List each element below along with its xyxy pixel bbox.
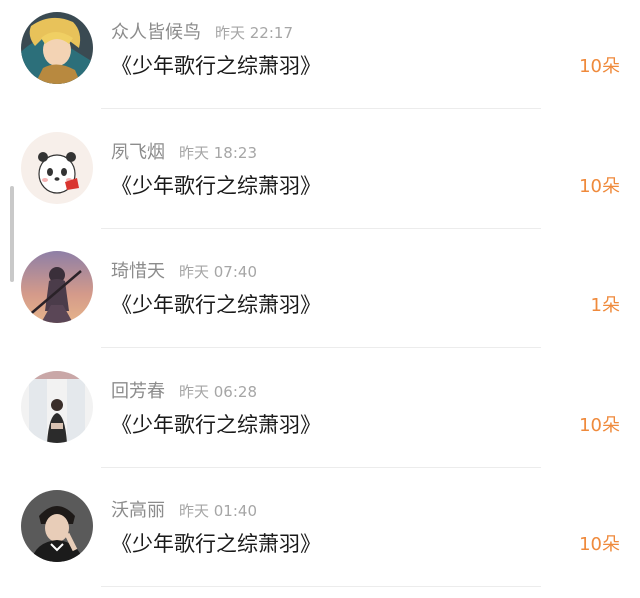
book-title[interactable]: 《少年歌行之综萧羽》 bbox=[111, 171, 321, 201]
anime-swordsman-sunset-avatar bbox=[21, 251, 93, 323]
timestamp: 昨天 07:40 bbox=[179, 263, 257, 281]
divider bbox=[101, 108, 541, 109]
book-title[interactable]: 《少年歌行之综萧羽》 bbox=[111, 529, 321, 559]
timestamp: 昨天 06:28 bbox=[179, 382, 257, 401]
list-item[interactable]: 回芳春 昨天 06:28 《少年歌行之综萧羽》 10朵 bbox=[0, 359, 640, 479]
avatar[interactable] bbox=[21, 490, 93, 562]
book-title[interactable]: 《少年歌行之综萧羽》 bbox=[111, 290, 321, 320]
gift-list: 众人皆候鸟 昨天 22:17 《少年歌行之综萧羽》 10朵 夙飞烟 昨天 18:23 bbox=[0, 0, 640, 598]
avatar[interactable] bbox=[21, 131, 93, 204]
timestamp: 昨天 18:23 bbox=[179, 143, 257, 162]
user-name[interactable]: 琦惜天 bbox=[111, 261, 165, 282]
book-title[interactable]: 《少年歌行之综萧羽》 bbox=[111, 410, 321, 440]
list-item[interactable]: 琦惜天 昨天 07:40 《少年歌行之综萧羽》 1朵 bbox=[0, 239, 640, 359]
list-item[interactable]: 众人皆候鸟 昨天 22:17 《少年歌行之综萧羽》 10朵 bbox=[0, 0, 640, 120]
user-name[interactable]: 夙飞烟 bbox=[111, 142, 165, 163]
user-name[interactable]: 回芳春 bbox=[111, 381, 165, 402]
book-title[interactable]: 《少年歌行之综萧羽》 bbox=[111, 51, 321, 81]
gift-count: 10朵 bbox=[579, 56, 620, 77]
divider bbox=[101, 227, 541, 229]
divider bbox=[101, 586, 541, 587]
divider bbox=[101, 466, 541, 468]
avatar[interactable] bbox=[21, 12, 93, 84]
blonde-anime-character-avatar bbox=[21, 12, 93, 84]
gift-count: 10朵 bbox=[579, 534, 620, 555]
gift-count: 1朵 bbox=[590, 295, 620, 316]
gift-count: 10朵 bbox=[579, 414, 620, 436]
list-item[interactable]: 沃高丽 昨天 01:40 《少年歌行之综萧羽》 10朵 bbox=[0, 478, 640, 598]
list-item[interactable]: 夙飞烟 昨天 18:23 《少年歌行之综萧羽》 10朵 bbox=[0, 120, 640, 240]
avatar[interactable] bbox=[21, 370, 93, 443]
user-name[interactable]: 沃高丽 bbox=[111, 500, 165, 521]
timestamp: 昨天 22:17 bbox=[215, 24, 293, 42]
timestamp: 昨天 01:40 bbox=[179, 502, 257, 520]
divider bbox=[101, 347, 541, 348]
avatar[interactable] bbox=[21, 251, 93, 323]
cartoon-panda-avatar bbox=[21, 131, 93, 204]
young-man-portrait-avatar bbox=[21, 490, 93, 562]
gift-count: 10朵 bbox=[579, 175, 620, 197]
user-name[interactable]: 众人皆候鸟 bbox=[111, 22, 201, 43]
person-in-doorway-avatar bbox=[21, 370, 93, 443]
